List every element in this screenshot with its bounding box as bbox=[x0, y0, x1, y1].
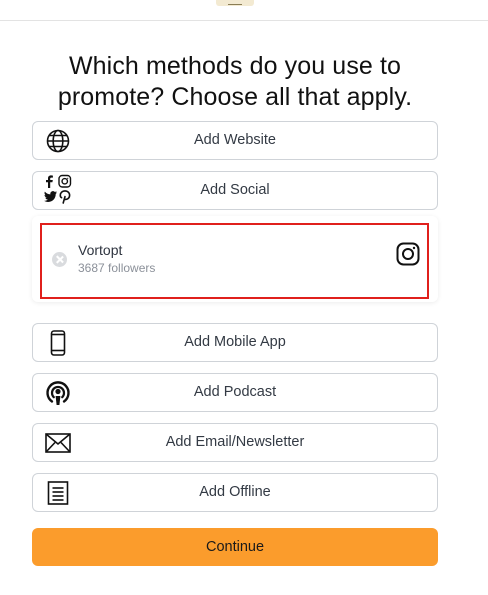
add-podcast-label: Add Podcast bbox=[193, 384, 277, 400]
add-offline-button[interactable]: Add Offline bbox=[32, 473, 438, 512]
add-podcast-button[interactable]: Add Podcast bbox=[32, 373, 438, 412]
page-title: Which methods do you use to promote? Cho… bbox=[57, 52, 413, 111]
add-website-button[interactable]: Add Website bbox=[32, 121, 438, 160]
add-offline-label: Add Offline bbox=[199, 484, 271, 500]
logo bbox=[216, 0, 254, 6]
social-account-card bbox=[32, 216, 438, 302]
continue-button[interactable]: Continue bbox=[32, 528, 438, 566]
instagram-icon bbox=[396, 242, 420, 266]
add-mobile-app-button[interactable]: Add Mobile App bbox=[32, 323, 438, 362]
remove-account-button[interactable] bbox=[52, 252, 67, 267]
add-email-newsletter-label: Add Email/Newsletter bbox=[165, 434, 305, 450]
add-website-label: Add Website bbox=[194, 132, 276, 148]
top-bar bbox=[0, 0, 488, 21]
account-name: Vortopt bbox=[78, 242, 123, 258]
add-social-button[interactable]: Add Social bbox=[32, 171, 438, 210]
add-email-newsletter-button[interactable]: Add Email/Newsletter bbox=[32, 423, 438, 462]
add-mobile-app-label: Add Mobile App bbox=[184, 334, 286, 350]
account-followers: 3687 followers bbox=[78, 261, 156, 275]
add-social-label: Add Social bbox=[200, 182, 270, 198]
